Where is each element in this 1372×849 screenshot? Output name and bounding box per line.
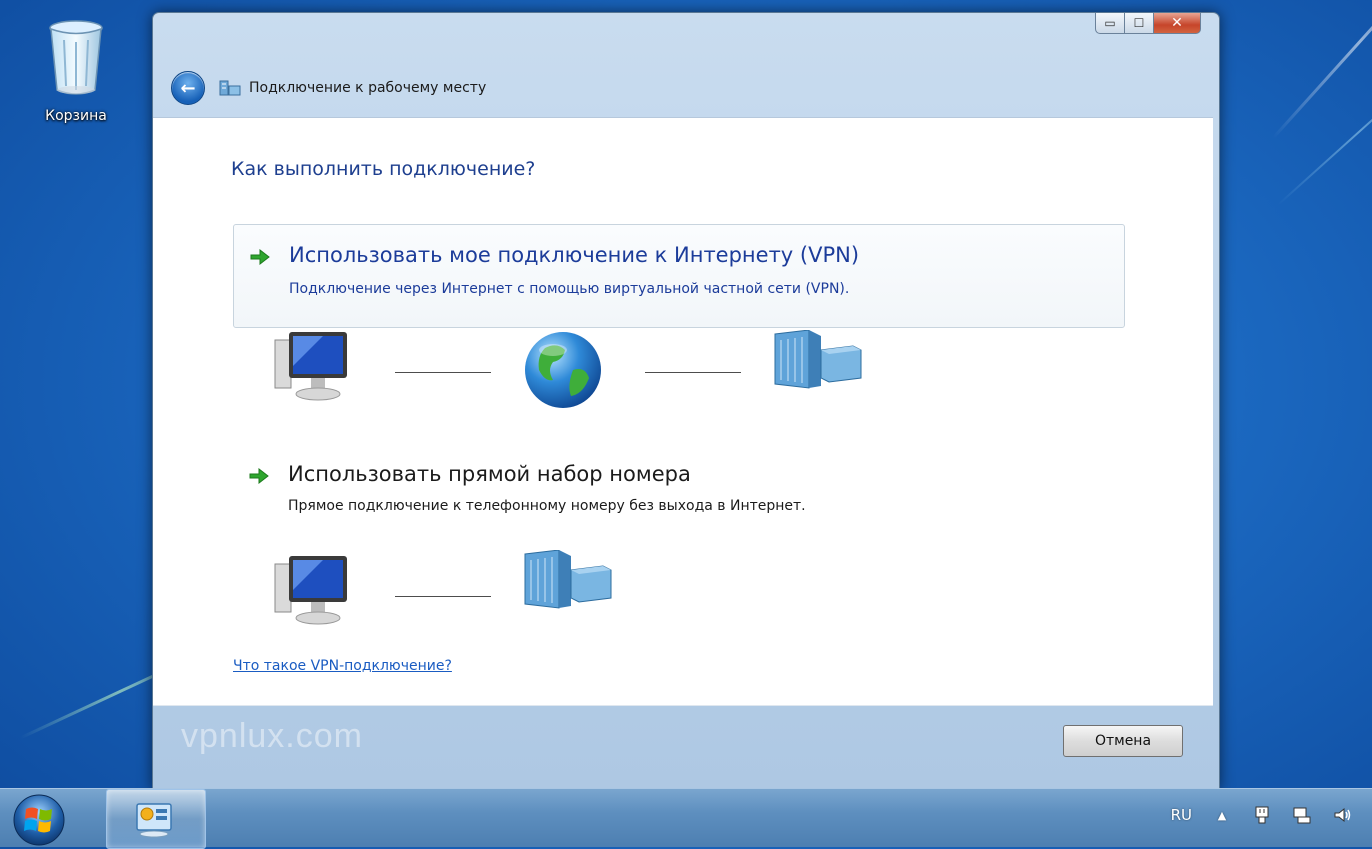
workplace-network-icon <box>219 80 241 96</box>
maximize-button[interactable]: ☐ <box>1125 13 1154 34</box>
office-building-icon <box>774 330 862 389</box>
connect-to-workplace-window: ▭ ☐ ✕ ← Подключение к рабочему месту Как… <box>152 12 1220 790</box>
cancel-button[interactable]: Отмена <box>1063 725 1183 757</box>
option-use-vpn[interactable]: Использовать мое подключение к Интернету… <box>233 224 1125 328</box>
desktop-streak <box>1271 0 1372 140</box>
wizard-titlebar: ← Подключение к рабочему месту <box>171 71 486 105</box>
window-controls: ▭ ☐ ✕ <box>1095 13 1201 34</box>
connection-line <box>395 372 491 373</box>
option-description: Подключение через Интернет с помощью вир… <box>289 281 850 297</box>
close-icon: ✕ <box>1171 15 1183 31</box>
recycle-bin-label: Корзина <box>45 108 107 124</box>
watermark-text: vpnlux.com <box>181 717 363 755</box>
office-building-icon <box>524 550 612 609</box>
option-title: Использовать мое подключение к Интернету… <box>289 243 860 267</box>
minimize-icon: ▭ <box>1104 16 1116 30</box>
close-button[interactable]: ✕ <box>1154 13 1201 34</box>
system-tray: RU ▲ <box>1171 805 1352 825</box>
taskbar-item-network-center[interactable] <box>106 789 206 849</box>
green-arrow-icon <box>249 468 269 484</box>
green-arrow-icon <box>250 249 270 265</box>
volume-icon[interactable] <box>1332 805 1352 825</box>
connection-line <box>645 372 741 373</box>
computer-icon <box>274 332 347 401</box>
minimize-button[interactable]: ▭ <box>1095 13 1125 34</box>
network-icon[interactable] <box>1292 805 1312 825</box>
page-heading: Как выполнить подключение? <box>231 158 536 180</box>
back-arrow-icon: ← <box>180 77 196 99</box>
recycle-bin-icon <box>49 20 103 95</box>
network-center-icon <box>136 803 172 838</box>
option-title: Использовать прямой набор номера <box>288 462 691 486</box>
what-is-vpn-link[interactable]: Что такое VPN-подключение? <box>233 658 452 674</box>
back-button[interactable]: ← <box>171 71 205 105</box>
maximize-icon: ☐ <box>1133 16 1145 30</box>
taskbar: RU ▲ <box>0 788 1372 849</box>
desktop-icon-recycle-bin[interactable]: Корзина <box>28 18 124 124</box>
show-hidden-icons-arrow[interactable]: ▲ <box>1212 805 1232 825</box>
language-indicator[interactable]: RU <box>1171 806 1192 824</box>
option-direct-dial[interactable]: Использовать прямой набор номера Прямое … <box>233 458 1123 528</box>
power-plug-icon[interactable] <box>1252 805 1272 825</box>
computer-icon <box>274 556 347 625</box>
desktop-streak <box>1277 56 1372 206</box>
globe-icon <box>525 332 601 408</box>
option-description: Прямое подключение к телефонному номеру … <box>288 498 806 514</box>
connection-line <box>395 596 491 597</box>
window-title: Подключение к рабочему месту <box>249 80 487 96</box>
start-button[interactable] <box>12 793 66 847</box>
wizard-content: Как выполнить подключение? Использовать … <box>153 117 1213 706</box>
